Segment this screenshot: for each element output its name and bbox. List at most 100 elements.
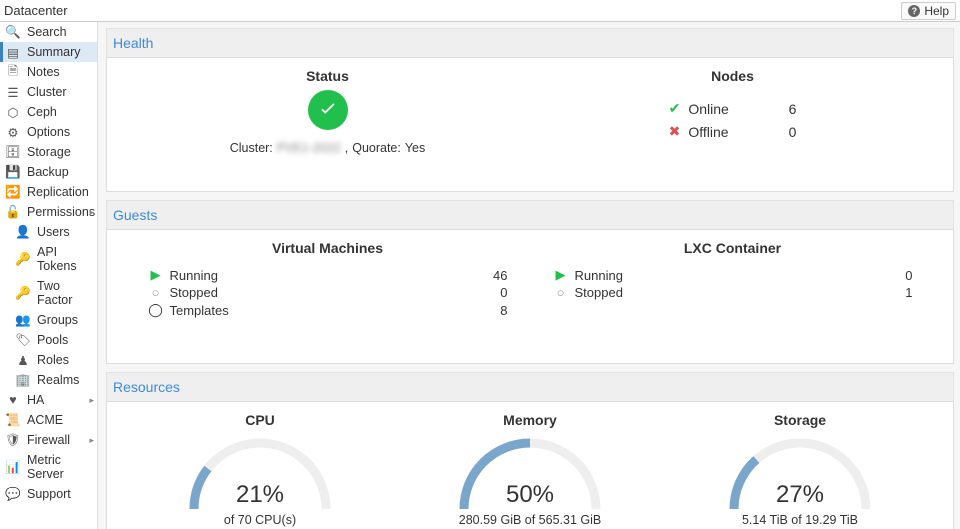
section-resources: Resources — [106, 372, 954, 401]
sidebar-item-realms[interactable]: 🏢Realms — [0, 370, 97, 390]
online-label: Online — [688, 101, 748, 117]
sidebar-item-label: Summary — [27, 45, 80, 59]
sidebar-item-ceph[interactable]: ⬡ Ceph — [0, 102, 97, 122]
status-title: Status — [125, 68, 530, 84]
help-button[interactable]: ? Help — [901, 2, 956, 20]
vm-templates-count: 8 — [500, 303, 507, 318]
sidebar-item-label: Ceph — [27, 105, 57, 119]
storage-gauge: 27% — [725, 434, 875, 509]
sidebar-item-options[interactable]: ⚙ Options — [0, 122, 97, 142]
help-label: Help — [924, 4, 949, 18]
check-icon: ✔ — [669, 100, 681, 117]
quorate-label: Quorate: — [352, 141, 401, 155]
ct-running-label: Running — [575, 268, 906, 283]
sidebar-item-replication[interactable]: 🔁 Replication — [0, 182, 97, 202]
mem-percent: 50% — [455, 481, 605, 509]
sidebar-item-storage[interactable]: 🗄 Storage — [0, 142, 97, 162]
chevron-right-icon: ▸ — [89, 435, 94, 446]
vm-stopped-label: Stopped — [170, 285, 501, 300]
health-panel: Status Cluster: PVE1-2022, Quorate: Yes … — [106, 57, 954, 192]
sidebar-item-label: Two Factor — [37, 279, 91, 307]
cluster-name: PVE1-2022 — [277, 141, 341, 155]
sync-icon: 🔁 — [6, 185, 20, 199]
offline-count: 0 — [756, 124, 796, 140]
note-icon: 🗎 — [6, 65, 20, 79]
sidebar-item-label: Cluster — [27, 85, 67, 99]
sidebar-item-label: Options — [27, 125, 70, 139]
sidebar-item-label: Pools — [37, 333, 68, 347]
sidebar-item-label: Firewall — [27, 433, 70, 447]
storage-icon: 🗄 — [6, 145, 20, 159]
sidebar-item-users[interactable]: 👤 Users — [0, 222, 97, 242]
gear-icon: ⚙ — [6, 125, 20, 139]
cpu-sub: of 70 CPU(s) — [125, 513, 395, 527]
role-icon: ♟ — [16, 353, 30, 367]
search-icon: 🔍 — [6, 25, 20, 39]
user-icon: 👤 — [16, 225, 30, 239]
sidebar-item-apitokens[interactable]: 🔑API Tokens — [0, 242, 97, 276]
vm-running-count: 46 — [493, 268, 507, 283]
sidebar-item-label: Permissions — [27, 205, 95, 219]
sidebar-item-firewall[interactable]: 🛡 Firewall ▸ — [0, 430, 97, 450]
sidebar-item-backup[interactable]: 💾 Backup — [0, 162, 97, 182]
sidebar-item-notes[interactable]: 🗎 Notes — [0, 62, 97, 82]
play-icon: ▶ — [553, 267, 569, 283]
sidebar-item-search[interactable]: 🔍 Search — [0, 22, 97, 42]
sidebar-item-ha[interactable]: ♥HA▸ — [0, 390, 97, 410]
sidebar-item-label: Notes — [27, 65, 60, 79]
ceph-icon: ⬡ — [6, 105, 20, 119]
section-guests: Guests — [106, 200, 954, 229]
lock-icon: 🔓 — [6, 205, 20, 219]
breadcrumb: Datacenter — [4, 3, 68, 18]
stop-icon: ○ — [148, 285, 164, 300]
key-icon: 🔑 — [16, 286, 30, 300]
vm-stopped-count: 0 — [500, 285, 507, 300]
sidebar-item-label: Groups — [37, 313, 78, 327]
sidebar-item-label: Users — [37, 225, 70, 239]
mem-gauge: 50% — [455, 434, 605, 509]
users-icon: 👥 — [16, 313, 30, 327]
chevron-right-icon: ▸ — [89, 395, 94, 406]
sidebar-item-label: Search — [27, 25, 67, 39]
sidebar-item-cluster[interactable]: ☰ Cluster — [0, 82, 97, 102]
comment-icon: 💬 — [6, 487, 20, 501]
shield-icon: 🛡 — [6, 433, 20, 447]
online-count: 6 — [756, 101, 796, 117]
sidebar-item-groups[interactable]: 👥 Groups — [0, 310, 97, 330]
sidebar-item-label: HA — [27, 393, 44, 407]
vm-templates-label: Templates — [170, 303, 501, 318]
sidebar-item-permissions[interactable]: 🔓 Permissions▸ — [0, 202, 97, 222]
sidebar-item-label: Metric Server — [27, 453, 91, 481]
mem-sub: 280.59 GiB of 565.31 GiB — [395, 513, 665, 527]
mem-title: Memory — [395, 412, 665, 428]
cpu-title: CPU — [125, 412, 395, 428]
ct-stopped-count: 1 — [905, 285, 912, 300]
sidebar-item-label: Backup — [27, 165, 69, 179]
sidebar-item-twofactor[interactable]: 🔑 Two Factor — [0, 276, 97, 310]
sidebar-item-pools[interactable]: 🏷Pools — [0, 330, 97, 350]
quorate-value: Yes — [405, 141, 425, 155]
offline-label: Offline — [688, 124, 748, 140]
storage-sub: 5.14 TiB of 19.29 TiB — [665, 513, 935, 527]
cert-icon: 📜 — [6, 413, 20, 427]
sidebar-item-label: Replication — [27, 185, 89, 199]
stop-icon: ○ — [553, 285, 569, 300]
sidebar-item-metricserver[interactable]: 📊Metric Server — [0, 450, 97, 484]
cpu-gauge: 21% — [185, 434, 335, 509]
sidebar-item-support[interactable]: 💬Support — [0, 484, 97, 504]
vm-title: Virtual Machines — [125, 240, 530, 256]
storage-percent: 27% — [725, 481, 875, 509]
sidebar-item-summary[interactable]: ▤ Summary — [0, 42, 97, 62]
cpu-percent: 21% — [185, 481, 335, 509]
sidebar-item-label: Roles — [37, 353, 69, 367]
floppy-icon: 💾 — [6, 165, 20, 179]
cluster-label: Cluster: — [230, 141, 273, 155]
sidebar-item-roles[interactable]: ♟ Roles — [0, 350, 97, 370]
sidebar-item-acme[interactable]: 📜ACME — [0, 410, 97, 430]
sidebar-item-label: Storage — [27, 145, 71, 159]
sidebar: 🔍 Search ▤ Summary 🗎 Notes ☰ Cluster ⬡ Ceph ⚙ Optio… — [0, 22, 98, 529]
book-icon: ▤ — [6, 45, 20, 59]
cluster-icon: ☰ — [6, 85, 20, 99]
chevron-right-icon: ▸ — [89, 207, 94, 218]
status-ok-icon — [308, 90, 348, 130]
